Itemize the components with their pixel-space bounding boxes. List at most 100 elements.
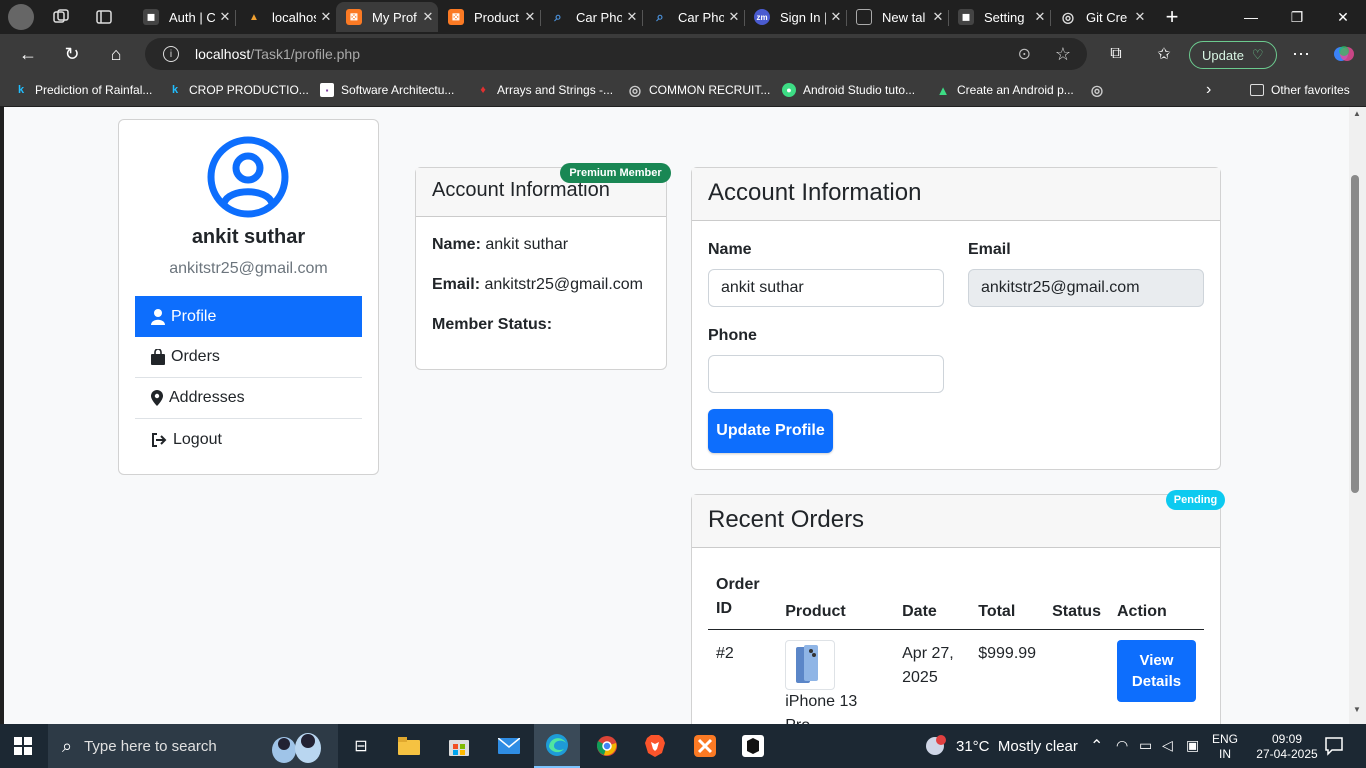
weather-icon[interactable] [924,734,948,758]
browser-tab-settings[interactable]: ◼ Setting ✕ [948,2,1050,32]
scroll-down-arrow-icon[interactable]: ▼ [1353,705,1361,714]
read-aloud-icon[interactable]: ⊙ [1018,44,1031,64]
weather-widget[interactable]: 31°C Mostly clear [956,738,1078,755]
chrome-icon[interactable] [584,724,630,768]
windows-start-icon[interactable] [0,724,46,768]
browser-tab-car-photos-2[interactable]: ⌕ Car Pho ✕ [642,2,744,32]
brave-icon[interactable] [632,724,678,768]
email-input: ankitstr25@gmail.com [968,269,1204,307]
restore-icon[interactable]: ❐ [1274,0,1320,34]
sidebar-item-profile[interactable]: Profile [135,296,362,337]
address-bar[interactable]: i localhost/Task1/profile.php ⊙ ☆ [145,38,1087,70]
close-icon[interactable]: ✕ [215,9,235,25]
xampp-icon[interactable] [682,724,728,768]
order-status [1044,630,1109,725]
task-view-icon[interactable]: ⊟ [338,724,384,768]
close-icon[interactable]: ✕ [1030,9,1050,25]
camera-icon[interactable]: ▣ [1186,737,1199,754]
card-header: Recent Orders [692,495,1220,548]
xampp-icon: ⊠ [448,9,464,25]
browser-tab-car-photos-1[interactable]: ⌕ Car Pho ✕ [540,2,642,32]
close-icon[interactable]: ✕ [826,9,846,25]
browser-tab-sign-in[interactable]: zm Sign In | ✕ [744,2,846,32]
microsoft-store-icon[interactable] [436,724,482,768]
scroll-up-arrow-icon[interactable]: ▲ [1353,109,1361,118]
card-header: Account Information [692,168,1220,221]
close-icon[interactable]: ✕ [418,9,438,25]
name-input[interactable]: ankit suthar [708,269,944,307]
notification-icon[interactable] [1324,736,1344,756]
wifi-icon[interactable]: ◠ [1116,737,1128,754]
bookmark-crop-production[interactable]: k CROP PRODUCTIO... [168,81,309,99]
phone-input[interactable] [708,355,944,393]
chevron-right-icon[interactable]: › [1206,81,1211,99]
bookmark-create-android[interactable]: ▲ Create an Android p... [936,81,1074,99]
edge-browser-icon[interactable] [534,724,580,768]
new-tab-icon [856,9,872,25]
update-button[interactable]: Update ♡ [1189,41,1277,69]
browser-tab-auth[interactable]: ◼ Auth | C ✕ [133,2,235,32]
battery-icon[interactable]: ▭ [1139,737,1152,754]
view-details-button[interactable]: View Details [1117,640,1196,702]
window-close-icon[interactable]: ✕ [1320,0,1366,34]
sidebar-card: ankit suthar ankitstr25@gmail.com Profil… [118,119,379,475]
person-icon [151,308,165,325]
site-info-icon[interactable]: i [163,46,179,62]
browser-tab-localhost[interactable]: ▲ localhos ✕ [236,2,336,32]
close-icon[interactable]: ✕ [1130,9,1150,25]
close-icon[interactable]: ✕ [316,9,336,25]
browser-tab-product[interactable]: ⊠ Product ✕ [438,2,540,32]
name-label: Name [708,241,752,258]
mail-icon[interactable] [486,724,532,768]
email-label: Email [968,241,1011,258]
bookmark-arrays-strings[interactable]: ♦ Arrays and Strings -... [476,81,613,99]
close-icon[interactable]: ✕ [622,9,642,25]
bookmark-prediction-rainfall[interactable]: k Prediction of Rainfal... [14,81,152,99]
order-id: #2 [716,645,734,662]
sidebar-item-addresses[interactable]: Addresses [135,378,362,419]
sidebar-item-orders[interactable]: Orders [135,337,362,378]
favorites-icon[interactable]: ✩ [1148,38,1180,70]
clock[interactable]: 09:09 27-04-2025 [1252,732,1322,762]
chevron-up-icon[interactable]: ⌃ [1090,736,1103,756]
pending-badge: Pending [1166,490,1225,510]
close-icon[interactable]: ✕ [928,9,948,25]
minimize-icon[interactable]: — [1228,0,1274,34]
copilot-icon[interactable] [1328,38,1360,70]
volume-icon[interactable]: ◁ [1162,737,1173,754]
cursor-app-icon[interactable] [730,724,776,768]
bookmark-software-architecture[interactable]: ▪ Software Architectu... [320,81,454,99]
workspaces-icon[interactable] [52,8,70,26]
close-icon[interactable]: ✕ [520,9,540,25]
bookmarks-bar: k Prediction of Rainfal... k CROP PRODUCTI… [0,74,1366,106]
extensions-icon[interactable]: ⧉ [1100,38,1132,70]
language-indicator[interactable]: ENG IN [1212,732,1238,762]
back-arrow-icon[interactable]: ← [12,38,44,70]
sidebar-item-logout[interactable]: Logout [135,419,362,460]
windows-taskbar: ⌕ Type here to search ⊟ 31°C Mostly clea… [0,724,1366,768]
taskbar-search-box[interactable]: ⌕ Type here to search [48,724,338,768]
close-icon[interactable]: ✕ [724,9,744,25]
scrollbar-thumb[interactable] [1351,175,1359,493]
update-profile-button[interactable]: Update Profile [708,409,833,453]
new-tab-plus-icon[interactable]: + [1160,4,1184,30]
table-row: #2 iPhone 13 Pro Apr 27, 2025 $999.99 Vi… [708,630,1204,725]
browser-tab-new-tab[interactable]: New tal ✕ [846,2,948,32]
browser-tab-my-profile[interactable]: ⊠ My Prof ✕ [336,2,438,32]
folder-icon [1250,84,1264,96]
column-header: Order ID [708,565,778,630]
globe-icon: ◎ [628,81,642,98]
bookmark-globe[interactable]: ◎ [1090,81,1111,99]
file-explorer-icon[interactable] [386,724,432,768]
browser-tab-git-credentials[interactable]: ◎ Git Cre ✕ [1050,2,1150,32]
reload-icon[interactable]: ↻ [56,38,88,70]
info-name-row: Name: ankit suthar [432,236,569,253]
bookmark-common-recruit[interactable]: ◎ COMMON RECRUIT... [628,81,770,99]
tab-actions-icon[interactable] [95,8,113,26]
other-favorites[interactable]: Other favorites [1250,81,1350,99]
bookmark-android-studio[interactable]: ● Android Studio tuto... [782,81,915,99]
favorite-star-icon[interactable]: ☆ [1055,44,1071,65]
more-menu-icon[interactable]: ⋯ [1285,38,1317,70]
home-icon[interactable]: ⌂ [100,38,132,70]
profile-avatar-icon[interactable] [8,4,34,30]
